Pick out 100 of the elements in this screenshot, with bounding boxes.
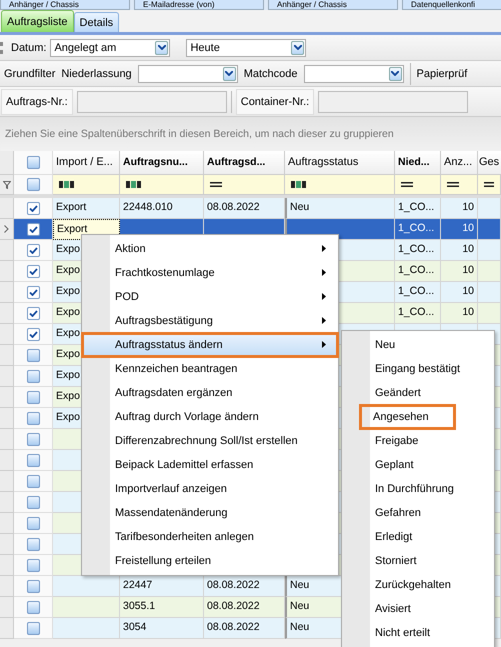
checkbox[interactable]	[26, 348, 40, 362]
datum-label: Datum:	[11, 42, 46, 54]
menu-item[interactable]: Eingang bestätigt	[342, 357, 494, 381]
window-tab[interactable]: Anhänger / Chassis	[268, 0, 398, 10]
menu-item[interactable]: Massendatenänderung	[82, 501, 338, 525]
menu-item-label: Massendatenänderung	[115, 507, 228, 519]
submenu-arrow-icon	[322, 341, 326, 348]
checkbox[interactable]	[26, 432, 40, 446]
column-header[interactable]: Anz...	[441, 151, 478, 175]
checkbox[interactable]	[26, 306, 40, 320]
column-header[interactable]: Auftragsd...	[204, 151, 285, 175]
row-pointer-icon	[4, 225, 9, 233]
table-cell: 08.08.2022	[204, 576, 285, 597]
column-header[interactable]: Import / E...	[53, 151, 120, 175]
tab[interactable]: Details	[74, 12, 120, 32]
menu-item[interactable]: Differenzabrechnung Soll/Ist erstellen	[82, 429, 338, 453]
checkbox[interactable]	[26, 600, 40, 614]
checkbox[interactable]	[26, 558, 40, 572]
table-cell: Neu	[285, 198, 395, 219]
tab[interactable]: Auftragsliste	[1, 10, 74, 32]
checkbox[interactable]	[26, 516, 40, 530]
table-cell: Export	[53, 198, 120, 219]
text-filter-icon[interactable]	[291, 181, 306, 188]
menu-item[interactable]: Freigabe	[342, 429, 494, 453]
checkbox[interactable]	[26, 202, 40, 214]
checkbox[interactable]	[26, 286, 40, 298]
table-cell: 1_CO...	[395, 240, 441, 261]
checkbox[interactable]	[26, 580, 40, 592]
column-header[interactable]: Auftragsstatus	[285, 151, 395, 175]
dropdown-button[interactable]	[291, 40, 304, 54]
equals-icon[interactable]	[210, 182, 222, 187]
table-cell: 10	[441, 303, 478, 324]
chevron-down-icon	[225, 71, 234, 76]
dropdown-button[interactable]	[155, 40, 168, 54]
equals-icon[interactable]	[401, 182, 413, 187]
table-cell: 1_CO...	[395, 219, 441, 240]
checkbox[interactable]	[26, 496, 40, 508]
menu-item[interactable]: Geplant	[342, 453, 494, 477]
checkbox[interactable]	[26, 178, 40, 191]
menu-item[interactable]: Gefahren	[342, 501, 494, 525]
menu-item[interactable]: Importverlauf anzeigen	[82, 477, 338, 501]
window-tab[interactable]: E-Mailadresse (von)	[134, 0, 264, 10]
container-number-label: Container-Nr.:	[236, 88, 314, 114]
submenu-arrow-icon	[322, 317, 326, 324]
text-filter-icon[interactable]	[126, 181, 141, 188]
checkbox[interactable]	[26, 390, 40, 404]
order-number-label: Auftrags-Nr.:	[1, 88, 73, 114]
table-cell	[478, 303, 501, 324]
menu-item[interactable]: Beipack Lademittel erfassen	[82, 453, 338, 477]
submenu-arrow-icon	[322, 269, 326, 276]
menu-item[interactable]: Erledigt	[342, 525, 494, 549]
table-cell: 1_CO...	[395, 303, 441, 324]
menu-item-label: Beipack Lademittel erfassen	[115, 459, 254, 471]
table-cell: 08.08.2022	[204, 597, 285, 618]
row-header[interactable]	[0, 219, 14, 240]
menu-item[interactable]: Geändert	[342, 381, 494, 405]
checkbox[interactable]	[26, 264, 40, 278]
branch-label: Niederlassung	[61, 68, 132, 80]
menu-item[interactable]: Neu	[342, 333, 494, 357]
menu-item[interactable]: Storniert	[342, 549, 494, 573]
menu-item[interactable]: Angesehen	[360, 405, 455, 429]
checkbox[interactable]	[26, 222, 40, 236]
period-dropdown[interactable]: Heute	[186, 38, 306, 56]
column-header[interactable]: Auftragsnu...	[120, 151, 204, 175]
equals-icon[interactable]	[447, 182, 459, 187]
checkbox[interactable]	[26, 622, 40, 634]
dropdown-button[interactable]	[222, 66, 236, 80]
chevron-down-icon	[158, 45, 166, 50]
filter-icon[interactable]	[2, 180, 10, 188]
menu-item[interactable]: Auftragsstatus ändern	[82, 333, 338, 357]
table-cell: 10	[441, 219, 478, 240]
table-cell: 1_CO...	[395, 198, 441, 219]
checkbox[interactable]	[26, 370, 40, 382]
menu-item[interactable]: In Durchführung	[342, 477, 494, 501]
submenu-arrow-icon	[322, 245, 326, 252]
menu-item[interactable]: Freistellung erteilen	[82, 549, 338, 573]
table-cell	[478, 282, 501, 303]
checkbox[interactable]	[26, 328, 40, 340]
checkbox[interactable]	[26, 454, 40, 466]
dropdown-button[interactable]	[388, 66, 402, 80]
menu-item[interactable]: Tarifbesonderheiten anlegen	[82, 525, 338, 549]
menu-item-label: Importverlauf anzeigen	[115, 483, 227, 495]
checkbox[interactable]	[26, 538, 40, 550]
checkbox[interactable]	[26, 244, 40, 256]
column-header[interactable]: Nied...	[395, 151, 441, 175]
filter-label: Grundfilter	[4, 68, 56, 80]
menu-item-label: Differenzabrechnung Soll/Ist erstellen	[115, 435, 298, 447]
checkbox[interactable]	[26, 474, 40, 488]
equals-icon[interactable]	[484, 182, 494, 187]
window-tab[interactable]: Anhänger / Chassis	[0, 0, 130, 10]
window-tab[interactable]: Datenquellenkonfi	[402, 0, 501, 10]
menu-item-label: Freistellung erteilen	[115, 555, 211, 567]
submenu-arrow-icon	[322, 293, 326, 300]
table-cell	[478, 219, 501, 240]
date-type-dropdown[interactable]: Angelegt am	[50, 38, 170, 56]
checkbox[interactable]	[26, 156, 40, 169]
checkbox[interactable]	[26, 412, 40, 424]
table-cell	[478, 240, 501, 261]
chevron-down-icon	[294, 45, 302, 50]
text-filter-icon[interactable]	[59, 181, 74, 188]
